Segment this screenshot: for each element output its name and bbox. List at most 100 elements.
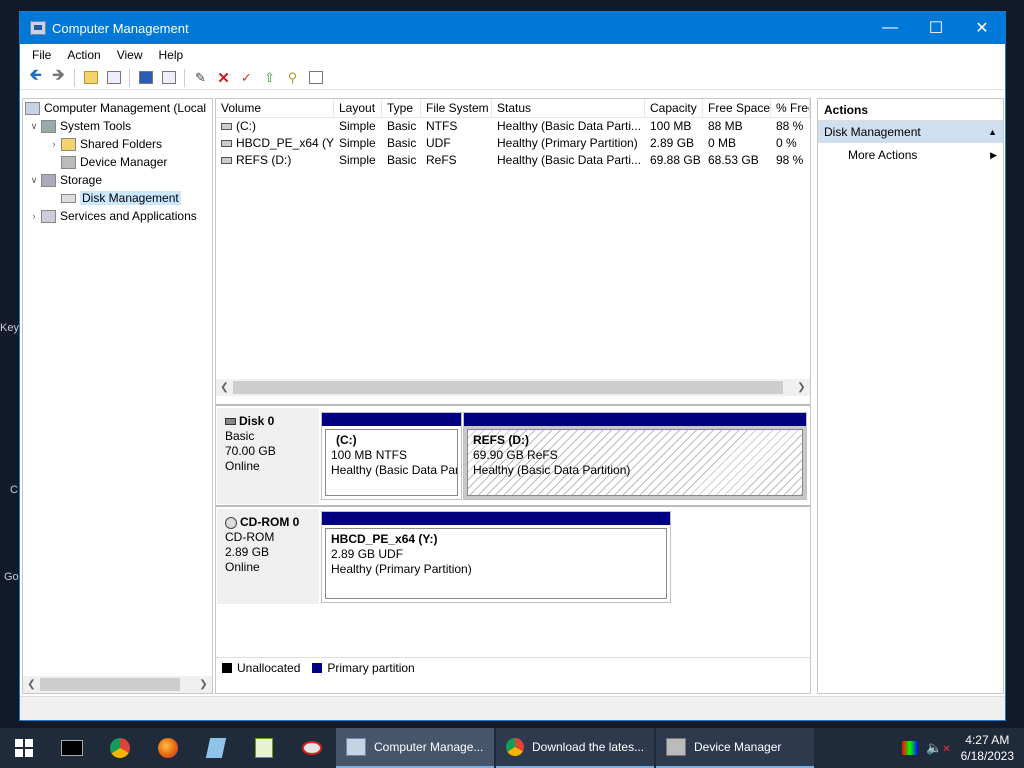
scrollbar-thumb[interactable]	[40, 678, 180, 691]
partition-c[interactable]: (C:) 100 MB NTFS Healthy (Basic Data Par…	[321, 412, 462, 500]
column-percent-free[interactable]: % Free	[771, 99, 810, 117]
storage-icon	[41, 173, 56, 187]
chevron-down-icon[interactable]: ∨	[27, 121, 41, 132]
window-title: Computer Management	[52, 20, 189, 36]
menu-action[interactable]: Action	[59, 48, 108, 62]
status-bar	[20, 696, 1005, 720]
scrollbar-thumb[interactable]	[233, 381, 783, 394]
connect-icon[interactable]: ✎	[189, 68, 212, 88]
graphical-disk-view: Disk 0 Basic 70.00 GB Online (C:) 100 MB…	[216, 404, 810, 677]
tree-item-device-manager[interactable]: Device Manager	[23, 153, 212, 171]
show-hide-tree-icon[interactable]	[102, 68, 125, 88]
taskbar-button-device-manager[interactable]: Device Manager	[656, 728, 814, 768]
more-actions-item[interactable]: More Actions ▶	[818, 143, 1003, 167]
actions-section-disk-management[interactable]: Disk Management ▲	[818, 121, 1003, 143]
tree-item-system-tools[interactable]: ∨ System Tools	[23, 117, 212, 135]
disk-icon	[61, 193, 76, 203]
column-volume[interactable]: Volume	[216, 99, 334, 117]
tree-item-services[interactable]: › Services and Applications	[23, 207, 212, 225]
computer-management-window: Computer Management — ☐ ✕ File Action Vi…	[19, 11, 1006, 721]
back-arrow-icon[interactable]: 🡸	[24, 67, 47, 88]
title-bar[interactable]: Computer Management — ☐ ✕	[20, 12, 1005, 44]
menu-help[interactable]: Help	[151, 48, 192, 62]
chevron-right-icon[interactable]: ›	[47, 139, 61, 149]
toolbar: 🡸 🡺 ✎ ✕ ✓ ⇧ ⚲	[20, 66, 1005, 90]
delete-icon[interactable]: ✕	[212, 68, 235, 88]
tools-icon	[41, 119, 56, 133]
desktop-icon-label-3: Go	[4, 571, 19, 583]
tree-horizontal-scrollbar[interactable]: ❮ ❯	[23, 676, 212, 693]
column-status[interactable]: Status	[492, 99, 645, 117]
volume-list-header: Volume Layout Type File System Status Ca…	[216, 99, 810, 118]
speaker-muted-icon[interactable]: 🔈✕	[926, 740, 951, 756]
up-folder-icon[interactable]	[79, 68, 102, 88]
scroll-right-icon[interactable]: ❯	[793, 382, 810, 393]
menu-bar: File Action View Help	[20, 44, 1005, 66]
menu-file[interactable]: File	[24, 48, 59, 62]
export-up-icon[interactable]: ⇧	[258, 68, 281, 88]
shared-folder-icon	[61, 137, 76, 151]
column-type[interactable]: Type	[382, 99, 421, 117]
drive-icon	[221, 140, 232, 148]
primary-partition-swatch	[312, 662, 323, 673]
actions-header: Actions	[818, 99, 1003, 121]
forward-arrow-icon[interactable]: 🡺	[47, 67, 70, 88]
partition-d[interactable]: REFS (D:) 69.90 GB ReFS Healthy (Basic D…	[463, 412, 807, 500]
clock[interactable]: 4:27 AM 6/18/2023	[955, 732, 1024, 764]
navigation-tree: Computer Management (Local ∨ System Tool…	[22, 98, 213, 694]
computer-icon	[25, 101, 40, 115]
chevron-down-icon[interactable]: ∨	[27, 175, 41, 186]
minimize-button[interactable]: —	[867, 12, 913, 44]
taskbar-button-computer-management[interactable]: Computer Manage...	[336, 728, 494, 768]
maximize-button[interactable]: ☐	[913, 12, 959, 44]
actions-pane: Actions Disk Management ▲ More Actions ▶	[817, 98, 1004, 694]
color-app-tray-icon[interactable]	[902, 741, 919, 755]
paint-tool-icon[interactable]	[288, 728, 336, 768]
partition-y[interactable]: HBCD_PE_x64 (Y:) 2.89 GB UDF Healthy (Pr…	[321, 511, 671, 603]
notepad-icon[interactable]	[192, 728, 240, 768]
scroll-left-icon[interactable]: ❮	[216, 382, 233, 393]
windows-start-icon[interactable]	[0, 728, 48, 768]
scroll-right-icon[interactable]: ❯	[195, 679, 212, 690]
menu-view[interactable]: View	[109, 48, 151, 62]
help-icon[interactable]	[134, 68, 157, 88]
volume-list-horizontal-scrollbar[interactable]: ❮ ❯	[216, 379, 810, 396]
tree-item-shared-folders[interactable]: › Shared Folders	[23, 135, 212, 153]
device-manager-icon	[666, 738, 686, 756]
tree-item-storage[interactable]: ∨ Storage	[23, 171, 212, 189]
column-free-space[interactable]: Free Space	[703, 99, 771, 117]
cdrom-0-label[interactable]: CD-ROM 0 CD-ROM 2.89 GB Online	[217, 509, 319, 604]
show-hide-action-pane-icon[interactable]	[157, 68, 180, 88]
command-prompt-icon[interactable]	[48, 728, 96, 768]
chrome-icon[interactable]	[96, 728, 144, 768]
taskbar-button-chrome-download[interactable]: Download the lates...	[496, 728, 654, 768]
hard-disk-icon	[225, 418, 236, 425]
desktop-icon-label-1: Key	[0, 322, 19, 334]
drive-icon	[221, 157, 232, 165]
disk-0-label[interactable]: Disk 0 Basic 70.00 GB Online	[217, 408, 319, 504]
chevron-right-icon[interactable]: ›	[27, 211, 41, 221]
tree-item-disk-management[interactable]: Disk Management	[23, 189, 212, 207]
column-file-system[interactable]: File System	[421, 99, 492, 117]
scroll-left-icon[interactable]: ❮	[23, 679, 40, 690]
close-button[interactable]: ✕	[959, 12, 1005, 44]
properties-icon[interactable]	[304, 68, 327, 88]
tree-item-root[interactable]: Computer Management (Local	[23, 99, 212, 117]
desktop-icon-label-2: C	[10, 484, 18, 496]
check-properties-icon[interactable]: ✓	[235, 68, 258, 88]
column-layout[interactable]: Layout	[334, 99, 382, 117]
search-icon[interactable]: ⚲	[281, 68, 304, 88]
collapse-up-icon[interactable]: ▲	[988, 121, 997, 143]
computer-management-icon	[346, 738, 366, 756]
volume-list: Volume Layout Type File System Status Ca…	[216, 99, 810, 400]
spreadsheet-icon[interactable]	[240, 728, 288, 768]
table-row[interactable]: (C:) Simple Basic NTFS Healthy (Basic Da…	[216, 118, 810, 135]
disk-management-pane: Volume Layout Type File System Status Ca…	[215, 98, 811, 694]
device-manager-icon	[61, 155, 76, 169]
column-capacity[interactable]: Capacity	[645, 99, 703, 117]
chrome-icon	[506, 738, 524, 756]
chevron-right-icon: ▶	[990, 150, 997, 160]
table-row[interactable]: HBCD_PE_x64 (Y:) Simple Basic UDF Health…	[216, 135, 810, 152]
table-row[interactable]: REFS (D:) Simple Basic ReFS Healthy (Bas…	[216, 152, 810, 169]
firefox-icon[interactable]	[144, 728, 192, 768]
